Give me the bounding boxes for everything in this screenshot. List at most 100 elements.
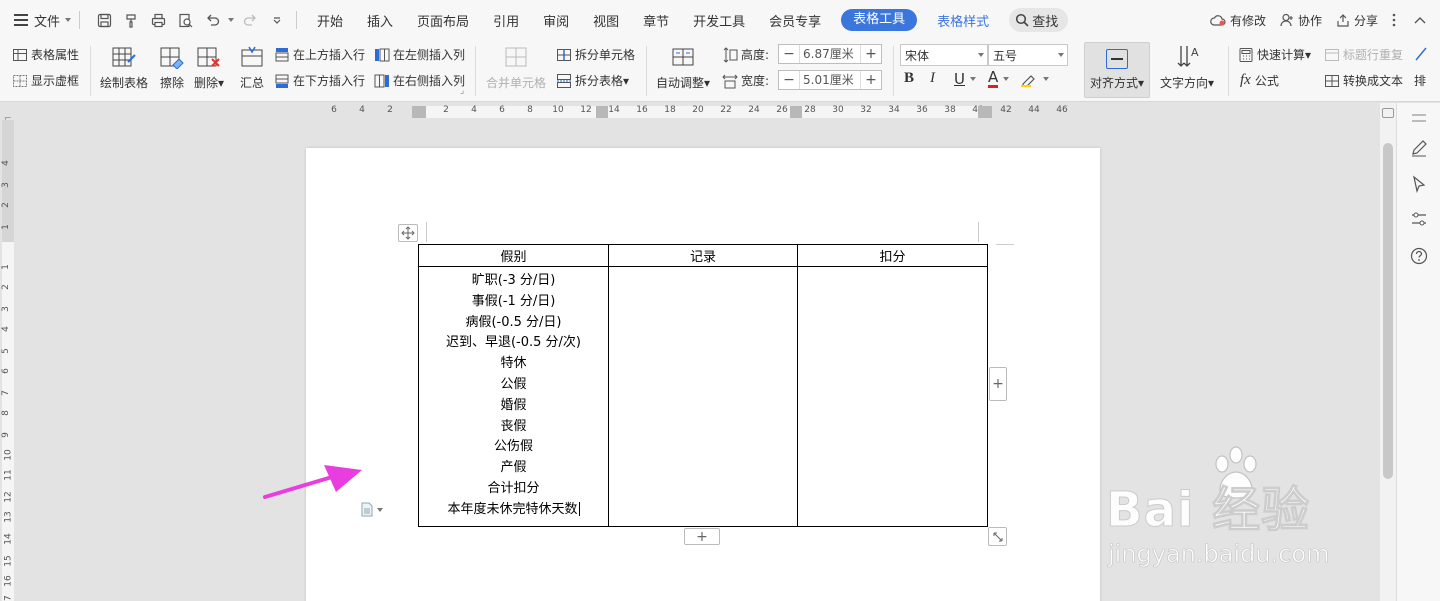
tab-item[interactable]: 开发工具 — [681, 11, 757, 30]
sidebar-menu-icon[interactable] — [1409, 108, 1429, 128]
auto-fit-button[interactable]: 自动调整▾ — [656, 44, 710, 91]
width-value[interactable]: 5.01厘米 — [799, 71, 861, 89]
tab-item[interactable]: 引用 — [481, 11, 531, 30]
header-deduction[interactable]: 扣分 — [797, 244, 988, 267]
column-marker[interactable] — [596, 106, 608, 118]
italic-button[interactable]: I — [930, 70, 935, 87]
search-button[interactable]: 查找 — [1009, 8, 1069, 32]
tab-item[interactable]: 开始 — [305, 11, 355, 30]
add-column-button[interactable]: + — [989, 367, 1007, 401]
redo-icon[interactable] — [239, 9, 261, 31]
leave-deduction-table[interactable]: 假别 记录 扣分 旷职(-3 分/日) 事假(-1 分/日) 病假(-0.5 分/日… — [418, 244, 988, 527]
font-color-button[interactable]: A — [988, 70, 1010, 88]
print-icon[interactable] — [147, 9, 169, 31]
insert-column-right-button[interactable]: 在右侧插入列 — [374, 72, 465, 89]
customize-toolbar-icon[interactable] — [266, 9, 288, 31]
draw-table-button[interactable]: 绘制表格 — [100, 44, 148, 91]
left-indent-marker[interactable] — [412, 106, 426, 118]
share-button[interactable]: 分享 — [1336, 12, 1378, 29]
insert-column-right-label: 在右侧插入列 — [393, 74, 466, 88]
save-icon[interactable] — [93, 9, 115, 31]
add-row-button[interactable]: + — [684, 528, 720, 545]
print-preview-icon[interactable] — [174, 9, 196, 31]
convert-text-icon — [1324, 73, 1340, 89]
insert-row-below-button[interactable]: 在下方插入行 — [274, 72, 365, 89]
split-cells-label: 拆分单元格 — [575, 48, 636, 62]
edit-icon[interactable] — [1409, 138, 1429, 158]
help-icon[interactable] — [1409, 246, 1429, 266]
tab-item[interactable]: 页面布局 — [405, 11, 481, 30]
width-increase-button[interactable]: + — [861, 71, 881, 89]
table-properties-button[interactable]: 表格属性 — [12, 46, 79, 63]
ruler-number: 10 — [552, 105, 564, 115]
collapse-ribbon-icon[interactable] — [1414, 16, 1426, 24]
height-increase-button[interactable]: + — [861, 45, 881, 63]
erase-button[interactable]: 擦除 — [158, 44, 186, 91]
merge-cells-button[interactable]: 合并单元格 — [486, 44, 546, 91]
undo-dropdown-icon[interactable] — [228, 18, 235, 22]
file-menu[interactable]: 文件 — [0, 0, 72, 40]
scroll-top-button[interactable] — [1382, 108, 1394, 118]
summary-button[interactable]: 汇总 — [238, 44, 266, 91]
text-direction-button[interactable]: A 文字方向▾ — [1160, 44, 1214, 91]
split-table-button[interactable]: 拆分表格▾ — [556, 72, 629, 89]
group-expand-icon[interactable]: ⌟ — [460, 86, 464, 96]
record-cell[interactable] — [608, 266, 798, 527]
insert-column-left-button[interactable]: 在左侧插入列 — [374, 46, 465, 63]
font-size-select[interactable]: 五号 — [988, 44, 1068, 66]
highlight-button[interactable] — [1020, 71, 1049, 87]
select-cursor-icon[interactable] — [1409, 174, 1429, 194]
tab-table-style[interactable]: 表格样式 — [925, 11, 1001, 30]
width-stepper[interactable]: − 5.01厘米 + — [778, 70, 882, 90]
ruler-number: 10 — [3, 449, 14, 461]
height-decrease-button[interactable]: − — [779, 45, 799, 63]
more-menu-icon[interactable] — [1392, 13, 1396, 27]
convert-to-text-button[interactable]: 转换成文本 — [1324, 72, 1403, 89]
bold-button[interactable]: B — [904, 70, 914, 87]
split-cells-button[interactable]: 拆分单元格 — [556, 46, 635, 63]
paste-options-button[interactable] — [360, 502, 383, 517]
width-decrease-button[interactable]: − — [779, 71, 799, 89]
collab-button[interactable]: 协作 — [1280, 12, 1322, 29]
table-resize-handle[interactable] — [988, 527, 1007, 546]
height-value[interactable]: 6.87厘米 — [799, 45, 861, 63]
overflow-edge-icon[interactable] — [1414, 46, 1428, 62]
ruler-number: 12 — [3, 491, 14, 503]
tab-table-tools[interactable]: 表格工具 — [841, 9, 918, 31]
settings-sliders-icon[interactable] — [1409, 209, 1429, 229]
show-gridlines-button[interactable]: 显示虚框 — [12, 72, 79, 89]
leave-type-cell[interactable]: 旷职(-3 分/日) 事假(-1 分/日) 病假(-0.5 分/日) 迟到、早退(-0… — [418, 266, 609, 527]
repeat-header-button[interactable]: 标题行重复 — [1324, 46, 1403, 63]
header-record[interactable]: 记录 — [608, 244, 798, 267]
right-indent-marker[interactable] — [978, 106, 992, 118]
tab-item[interactable]: 插入 — [355, 11, 405, 30]
tab-item[interactable]: 章节 — [631, 11, 681, 30]
deduction-cell[interactable] — [797, 266, 988, 527]
header-leave-type[interactable]: 假别 — [418, 244, 609, 267]
tab-item[interactable]: 会员专享 — [757, 11, 833, 30]
quick-calc-button[interactable]: 快速计算▾ — [1238, 46, 1311, 63]
format-painter-icon[interactable] — [120, 9, 142, 31]
height-stepper[interactable]: − 6.87厘米 + — [778, 44, 882, 64]
column-marker[interactable] — [790, 106, 802, 118]
horizontal-ruler[interactable]: 6422468101214161820222426283032343638404… — [0, 103, 1380, 120]
undo-icon[interactable] — [201, 9, 223, 31]
tab-item[interactable]: 审阅 — [531, 11, 581, 30]
tab-item[interactable]: 视图 — [581, 11, 631, 30]
insert-row-above-button[interactable]: 在上方插入行 — [274, 46, 365, 63]
font-name-select[interactable]: 宋体 — [900, 44, 988, 66]
delete-button[interactable]: 删除▾ — [194, 44, 224, 91]
ruler-number: 16 — [636, 105, 648, 115]
alignment-button[interactable]: 对齐方式▾ — [1084, 42, 1150, 98]
vertical-scrollbar[interactable] — [1380, 103, 1396, 601]
sort-button[interactable]: 排 — [1414, 72, 1426, 89]
modified-button[interactable]: 有修改 — [1210, 12, 1266, 29]
insert-column-left-icon — [374, 47, 390, 63]
formula-button[interactable]: fx 公式 — [1240, 72, 1279, 89]
table-move-handle[interactable] — [398, 224, 418, 242]
chevron-down-icon — [975, 45, 987, 65]
insert-row-below-icon — [274, 73, 290, 89]
scrollbar-thumb[interactable] — [1383, 143, 1393, 479]
underline-button[interactable]: U — [954, 70, 976, 88]
vertical-ruler[interactable]: 4 3 2 1 1 2 3 4 5 6 7 8 9 10 11 12 13 14 15 16 17 — [0, 120, 16, 601]
